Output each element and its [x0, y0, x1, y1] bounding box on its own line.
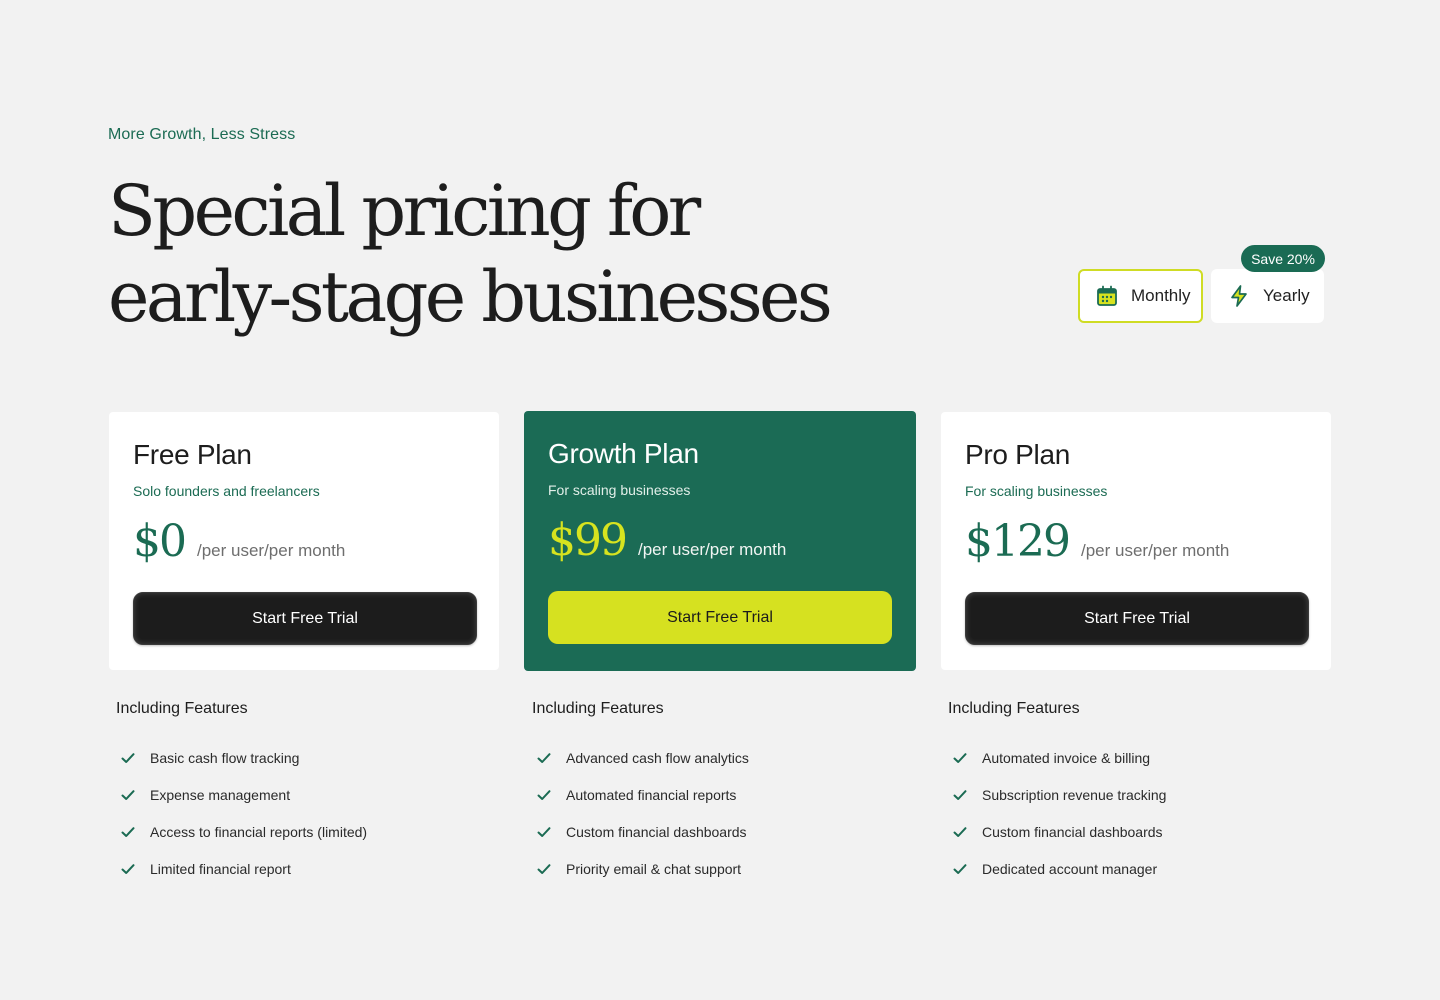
eyebrow-text: More Growth, Less Stress	[108, 126, 296, 143]
feature-label: Advanced cash flow analytics	[566, 749, 749, 766]
check-icon	[952, 824, 968, 840]
feature-list: Basic cash flow tracking Expense managem…	[108, 739, 488, 887]
plan-name: Growth Plan	[548, 438, 699, 469]
monthly-label: Monthly	[1131, 286, 1191, 305]
plan-subtitle: Solo founders and freelancers	[133, 483, 320, 499]
feature-label: Subscription revenue tracking	[982, 786, 1167, 803]
features-heading: Including Features	[116, 700, 248, 717]
plan-name: Free Plan	[133, 439, 252, 470]
start-free-trial-button[interactable]: Start Free Trial	[133, 592, 477, 645]
features-growth: Including Features Advanced cash flow an…	[524, 698, 904, 887]
lightning-icon	[1227, 284, 1251, 308]
check-icon	[952, 861, 968, 877]
feature-label: Automated financial reports	[566, 786, 737, 803]
feature-label: Basic cash flow tracking	[150, 749, 300, 766]
plan-name: Pro Plan	[965, 439, 1070, 470]
plan-card-free: Free Plan Solo founders and freelancers …	[109, 412, 499, 670]
feature-label: Priority email & chat support	[566, 860, 742, 877]
feature-item: Custom financial dashboards	[940, 813, 1320, 850]
price-row: $129 /per user/per month	[965, 516, 1307, 568]
plan-card-pro: Pro Plan For scaling businesses $129 /pe…	[941, 412, 1331, 670]
feature-label: Custom financial dashboards	[982, 823, 1163, 840]
start-free-trial-button[interactable]: Start Free Trial	[965, 592, 1309, 645]
feature-item: Basic cash flow tracking	[108, 739, 488, 776]
feature-item: Access to financial reports (limited)	[108, 813, 488, 850]
check-icon	[536, 861, 552, 877]
feature-item: Limited financial report	[108, 850, 488, 887]
check-icon	[536, 787, 552, 803]
price-period: /per user/per month	[197, 541, 346, 560]
monthly-option[interactable]: Monthly	[1078, 269, 1203, 323]
features-heading: Including Features	[948, 700, 1080, 717]
check-icon	[952, 750, 968, 766]
feature-item: Custom financial dashboards	[524, 813, 904, 850]
plan-subtitle: For scaling businesses	[548, 482, 691, 498]
page-title-line-2: early-stage businesses	[108, 256, 833, 338]
feature-item: Advanced cash flow analytics	[524, 739, 904, 776]
price-row: $99 /per user/per month	[548, 515, 892, 567]
feature-label: Dedicated account manager	[982, 860, 1158, 877]
check-icon	[536, 824, 552, 840]
price-period: /per user/per month	[637, 540, 787, 559]
features-heading: Including Features	[532, 700, 664, 717]
feature-item: Subscription revenue tracking	[940, 776, 1320, 813]
yearly-label: Yearly	[1263, 286, 1310, 305]
features-pro: Including Features Automated invoice & b…	[940, 698, 1320, 887]
check-icon	[536, 750, 552, 766]
billing-toggle: Monthly Yearly Save 20%	[1078, 245, 1328, 325]
feature-list: Advanced cash flow analytics Automated f…	[524, 739, 904, 887]
plan-price: $0	[133, 516, 187, 567]
feature-list: Automated invoice & billing Subscription…	[940, 739, 1320, 887]
page-title: Special pricing for early-stage business…	[108, 168, 868, 340]
check-icon	[120, 824, 136, 840]
price-period: /per user/per month	[1080, 541, 1230, 560]
feature-label: Access to financial reports (limited)	[150, 823, 368, 840]
feature-item: Automated invoice & billing	[940, 739, 1320, 776]
plan-price: $99	[548, 515, 628, 566]
plan-subtitle: For scaling businesses	[965, 483, 1108, 499]
features-free: Including Features Basic cash flow track…	[108, 698, 488, 887]
feature-label: Custom financial dashboards	[566, 823, 747, 840]
check-icon	[120, 861, 136, 877]
feature-item: Dedicated account manager	[940, 850, 1320, 887]
price-row: $0 /per user/per month	[133, 516, 475, 568]
yearly-option[interactable]: Yearly	[1211, 269, 1324, 323]
feature-label: Automated invoice & billing	[982, 749, 1151, 766]
calendar-icon	[1095, 284, 1119, 308]
check-icon	[952, 787, 968, 803]
start-free-trial-button[interactable]: Start Free Trial	[548, 591, 892, 644]
check-icon	[120, 787, 136, 803]
feature-label: Limited financial report	[150, 860, 291, 877]
save-badge: Save 20%	[1241, 245, 1325, 272]
feature-item: Expense management	[108, 776, 488, 813]
feature-label: Expense management	[150, 786, 291, 803]
check-icon	[120, 750, 136, 766]
feature-item: Priority email & chat support	[524, 850, 904, 887]
plan-price: $129	[965, 516, 1071, 567]
plan-card-growth: Growth Plan For scaling businesses $99 /…	[524, 411, 916, 671]
feature-item: Automated financial reports	[524, 776, 904, 813]
page-title-line-1: Special pricing for	[108, 170, 701, 252]
